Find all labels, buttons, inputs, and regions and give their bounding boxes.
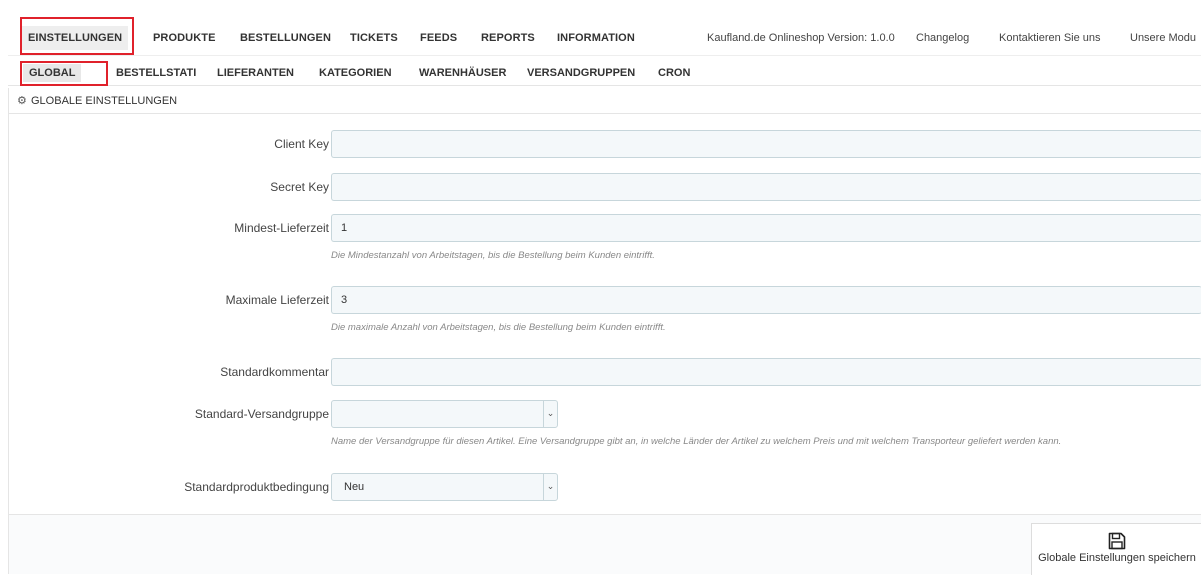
save-button-label: Globale Einstellungen speichern xyxy=(1038,552,1196,564)
version-info: Kaufland.de Onlineshop Version: 1.0.0 xyxy=(707,32,895,44)
default-comment-label: Standardkommentar xyxy=(220,365,329,379)
default-shipping-group-select[interactable]: ⌄ xyxy=(331,400,558,428)
contact-link[interactable]: Kontaktieren Sie uns xyxy=(999,26,1101,50)
modules-link[interactable]: Unsere Modu xyxy=(1130,26,1196,50)
client-key-label: Client Key xyxy=(274,137,329,151)
tab-lieferanten[interactable]: LIEFERANTEN xyxy=(217,64,294,82)
secret-key-label: Secret Key xyxy=(270,180,329,194)
min-delivery-label: Mindest-Lieferzeit xyxy=(234,221,329,235)
page: EINSTELLUNGEN PRODUKTE BESTELLUNGEN TICK… xyxy=(8,8,1201,575)
changelog-link[interactable]: Changelog xyxy=(916,26,969,50)
tab-tickets[interactable]: TICKETS xyxy=(350,26,398,50)
secret-key-input[interactable] xyxy=(331,173,1201,201)
default-condition-value: Neu xyxy=(344,481,365,493)
save-button[interactable]: Globale Einstellungen speichern xyxy=(1031,523,1201,575)
tab-einstellungen[interactable]: EINSTELLUNGEN xyxy=(22,26,129,50)
max-delivery-help: Die maximale Anzahl von Arbeitstagen, bi… xyxy=(331,322,666,333)
min-delivery-help: Die Mindestanzahl von Arbeitstagen, bis … xyxy=(331,250,655,261)
tab-cron[interactable]: CRON xyxy=(658,64,690,82)
tab-kategorien[interactable]: KATEGORIEN xyxy=(319,64,392,82)
default-comment-input[interactable] xyxy=(331,358,1201,386)
max-delivery-label: Maximale Lieferzeit xyxy=(225,293,329,307)
max-delivery-input[interactable]: 3 xyxy=(331,286,1201,314)
panel-footer: Globale Einstellungen speichern xyxy=(9,514,1201,575)
default-condition-label: Standardproduktbedingung xyxy=(184,480,329,494)
tab-versandgruppen[interactable]: VERSANDGRUPPEN xyxy=(527,64,635,82)
tab-global[interactable]: GLOBAL xyxy=(23,64,82,82)
min-delivery-input[interactable]: 1 xyxy=(331,214,1201,242)
floppy-disk-icon xyxy=(1108,532,1126,550)
chevron-down-icon: ⌄ xyxy=(543,474,557,500)
client-key-input[interactable] xyxy=(331,130,1201,158)
settings-panel: ⚙ GLOBALE EINSTELLUNGEN Client Key Secret… xyxy=(8,88,1201,575)
gears-icon: ⚙ xyxy=(17,95,27,107)
tab-bestellungen[interactable]: BESTELLUNGEN xyxy=(240,26,331,50)
sub-nav: GLOBAL BESTELLSTATI LIEFERANTEN KATEGORI… xyxy=(8,60,1201,86)
default-shipping-group-label: Standard-Versandgruppe xyxy=(194,407,329,421)
panel-title: GLOBALE EINSTELLUNGEN xyxy=(31,95,178,107)
tab-bestellstati[interactable]: BESTELLSTATI xyxy=(116,64,196,82)
tab-warenhaeuser[interactable]: WARENHÄUSER xyxy=(419,64,506,82)
tab-information[interactable]: INFORMATION xyxy=(557,26,635,50)
tab-feeds[interactable]: FEEDS xyxy=(420,26,457,50)
default-shipping-group-help: Name der Versandgruppe für diesen Artike… xyxy=(331,436,1062,447)
tab-reports[interactable]: REPORTS xyxy=(481,26,535,50)
panel-heading: ⚙ GLOBALE EINSTELLUNGEN xyxy=(9,88,1201,114)
default-condition-select[interactable]: Neu ⌄ xyxy=(331,473,558,501)
top-nav: EINSTELLUNGEN PRODUKTE BESTELLUNGEN TICK… xyxy=(8,16,1201,56)
tab-produkte[interactable]: PRODUKTE xyxy=(153,26,216,50)
chevron-down-icon: ⌄ xyxy=(543,401,557,427)
